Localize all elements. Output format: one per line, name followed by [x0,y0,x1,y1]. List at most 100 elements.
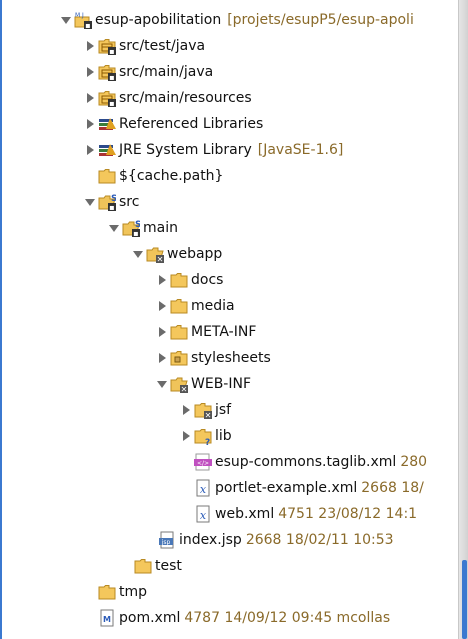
tree-item-label: webapp [167,246,223,262]
svg-text:x: x [200,483,207,496]
tree-item-label: esup-apobilitation [95,12,222,28]
svg-text:x: x [200,509,207,522]
tree-item[interactable]: ▪ src/test/java [84,33,205,59]
tree-item[interactable]: META-INF [156,319,256,345]
tree-item-label: index.jsp [179,532,242,548]
svg-text:✕: ✕ [181,385,188,393]
tree-item[interactable]: ${cache.path} [84,163,223,189]
expand-arrow-icon[interactable] [84,66,96,78]
tree-item-label: web.xml [215,506,275,522]
project-icon: M J ▪ [74,11,92,29]
tree-item[interactable]: </> esup-commons.taglib.xml 280 [180,449,427,475]
tree-item-label: pom.xml [119,610,181,626]
expand-arrow-icon[interactable] [84,40,96,52]
tree-item[interactable]: test [120,553,182,579]
tree-item[interactable]: JRE System Library [JavaSE-1.6] [84,137,343,163]
right-panel-edge [458,0,468,639]
folder-open-x-icon: ✕ [146,245,164,263]
tree-item[interactable]: Referenced Libraries [84,111,263,137]
tree-item-label: main [143,220,178,236]
svg-text:</>: </> [197,460,209,467]
folder-icon [98,167,116,185]
tree-item[interactable]: stylesheets [156,345,271,371]
svg-text:▪: ▪ [109,73,114,81]
expand-arrow-icon[interactable] [180,404,192,416]
folder-x-icon: ✕ [194,401,212,419]
collapse-arrow-icon[interactable] [84,196,96,208]
tree-item-label: WEB-INF [191,376,251,392]
source-folder-icon: ▪ [98,63,116,81]
tree-item[interactable]: ✕ webapp [132,241,222,267]
source-folder-icon: ▪ [98,89,116,107]
expand-arrow-icon[interactable] [156,274,168,286]
tree-item-label: stylesheets [191,350,271,366]
svg-text:M: M [75,12,80,19]
folder-open-s-icon: S ▪ [98,193,116,211]
tree-item[interactable]: ? lib [180,423,232,449]
tree-item-label: META-INF [191,324,257,340]
xml-file-icon: x [194,505,212,523]
expand-arrow-icon[interactable] [84,92,96,104]
collapse-arrow-icon[interactable] [108,222,120,234]
tree-item[interactable]: media [156,293,235,319]
tree-item-label: src/main/resources [119,90,252,106]
collapse-arrow-icon[interactable] [132,248,144,260]
collapse-arrow-icon[interactable] [60,14,72,26]
tree-item[interactable]: ✕ jsf [180,397,231,423]
folder-icon [134,557,152,575]
tree-item-label: ${cache.path} [119,168,224,184]
expand-arrow-icon[interactable] [84,118,96,130]
expand-arrow-icon[interactable] [156,352,168,364]
tree-item[interactable]: x web.xml 4751 23/08/12 14:1 [180,501,417,527]
tree-item[interactable]: jsp index.jsp 2668 18/02/11 10:53 [144,527,394,553]
folder-icon [170,271,188,289]
adjacent-panel-accent [462,560,467,639]
tree-item-label: tmp [119,584,148,600]
tree-item[interactable]: M J ▪ esup-apobilitation [projets/esupP5/esu… [60,7,414,33]
tree-item[interactable]: S ▪ main [108,215,178,241]
expand-arrow-icon[interactable] [180,430,192,442]
svg-text:J: J [81,12,84,19]
xml-tag-icon: </> [194,453,212,471]
svg-text:▪: ▪ [109,99,114,107]
folder-open-s-icon: S ▪ [122,219,140,237]
tree-item[interactable]: ▪ src/main/resources [84,85,252,111]
expand-arrow-icon[interactable] [156,300,168,312]
tree-item[interactable]: S ▪ src [84,189,139,215]
svg-text:▪: ▪ [109,47,114,55]
tree-item-label: lib [215,428,232,444]
tree-item-label: Referenced Libraries [119,116,264,132]
jsp-file-icon: jsp [158,531,176,549]
tree-item[interactable]: docs [156,267,223,293]
svg-text:?: ? [205,438,210,445]
folder-icon [170,297,188,315]
tree-item[interactable]: ✕ WEB-INF [156,371,251,397]
tree-item[interactable]: Mpom.xml 4787 14/09/12 09:45 mcollas [84,605,390,631]
tree-item[interactable]: tmp [84,579,147,605]
expand-arrow-icon[interactable] [84,144,96,156]
tree-item[interactable]: ▪ src/main/java [84,59,213,85]
svg-text:✕: ✕ [157,255,164,263]
folder-pkg-icon [170,349,188,367]
tree-item-label: docs [191,272,224,288]
package-explorer-tree[interactable]: M J ▪ esup-apobilitation [projets/esupP5/esu… [0,0,458,639]
tree-item[interactable]: x portlet-example.xml 2668 18/ [180,475,424,501]
tree-item-revision-info: 2668 18/ [361,480,424,496]
folder-icon [98,583,116,601]
tree-item-revision-info: 2668 18/02/11 10:53 [245,532,394,548]
expand-arrow-icon[interactable] [156,326,168,338]
svg-text:▪: ▪ [133,229,138,237]
tree-item-revision-info: 4751 23/08/12 14:1 [278,506,418,522]
folder-icon [170,323,188,341]
svg-text:M: M [103,615,111,624]
svg-text:✕: ✕ [205,411,212,419]
collapse-arrow-icon[interactable] [156,378,168,390]
tree-item-label: esup-commons.taglib.xml [215,454,397,470]
library-icon [98,141,116,159]
